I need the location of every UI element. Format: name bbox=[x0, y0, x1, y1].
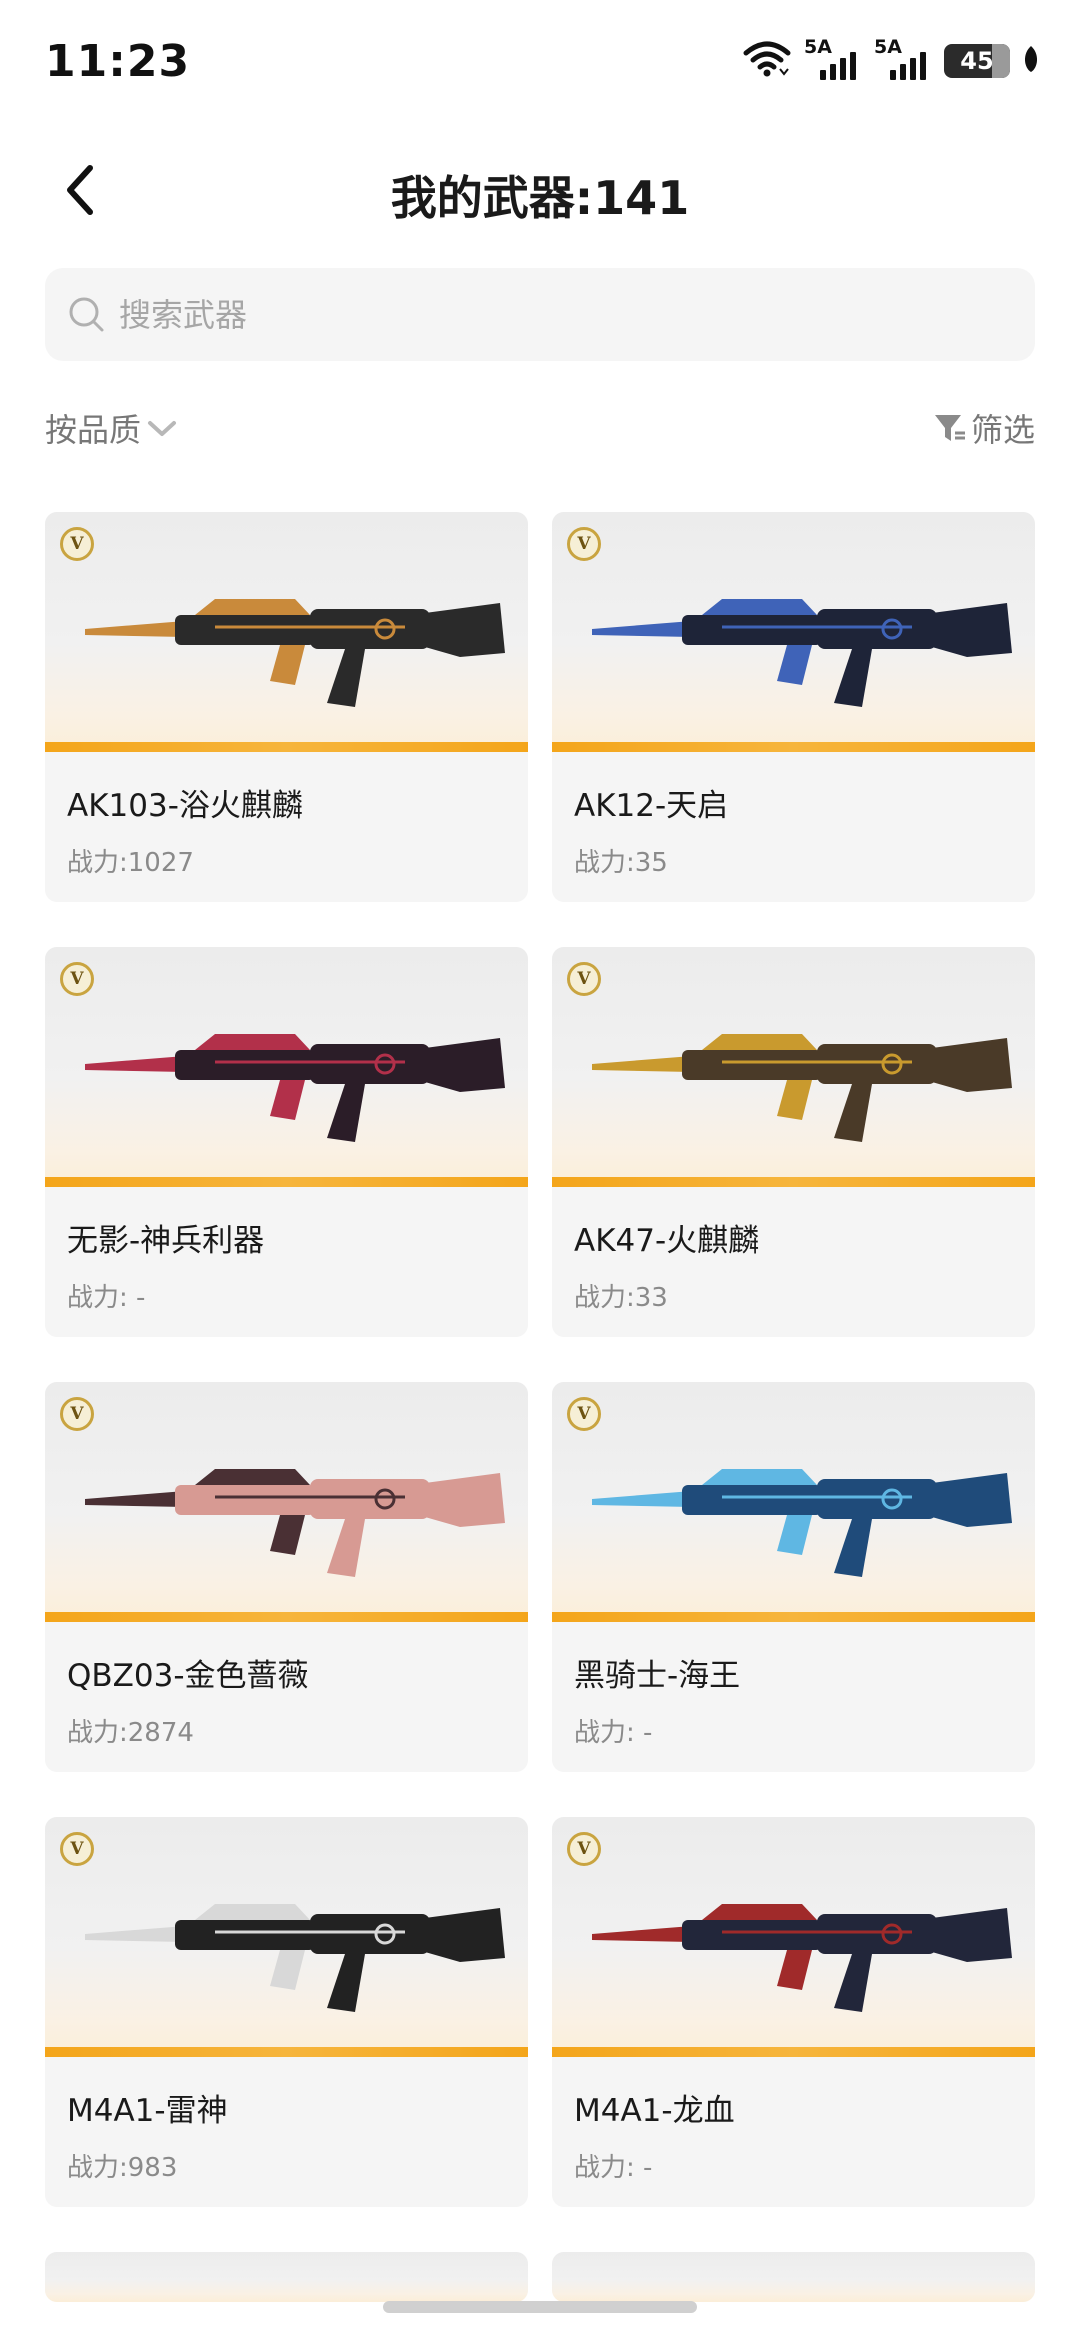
weapon-card[interactable]: V M4A1-龙血 战力: - bbox=[552, 1817, 1035, 2207]
page-title: 我的武器:141 bbox=[390, 171, 690, 225]
weapon-card-partial[interactable] bbox=[45, 2252, 528, 2302]
weapon-image bbox=[45, 2252, 528, 2302]
home-indicator[interactable] bbox=[383, 2301, 697, 2313]
filter-button[interactable]: 筛选 bbox=[933, 405, 1035, 451]
weapon-image bbox=[45, 512, 528, 752]
vip-badge: V bbox=[567, 1832, 601, 1866]
weapon-card[interactable]: V AK12-天启 战力:35 bbox=[552, 512, 1035, 902]
weapon-image bbox=[552, 1817, 1035, 2057]
header: 我的武器:141 bbox=[0, 140, 1080, 240]
weapon-power: 战力:33 bbox=[574, 1283, 668, 1313]
weapon-image bbox=[552, 512, 1035, 752]
status-bar: 11:23 5A 5A 45 bbox=[0, 0, 1080, 130]
filter-icon bbox=[934, 415, 965, 441]
weapon-card[interactable]: V AK103-浴火麒麟 战力:1027 bbox=[45, 512, 528, 902]
sort-row: 按品质 筛选 bbox=[45, 405, 1035, 455]
weapon-image bbox=[45, 1382, 528, 1622]
weapon-power: 战力:2874 bbox=[67, 1718, 194, 1748]
vip-badge: V bbox=[60, 527, 94, 561]
weapon-icon bbox=[592, 1034, 1012, 1142]
vip-badge: V bbox=[60, 962, 94, 996]
weapon-card[interactable]: V M4A1-雷神 战力:983 bbox=[45, 1817, 528, 2207]
weapon-icon bbox=[592, 1469, 1012, 1577]
weapon-card[interactable]: V AK47-火麒麟 战力:33 bbox=[552, 947, 1035, 1337]
weapon-icon bbox=[85, 599, 505, 707]
vip-badge: V bbox=[567, 1397, 601, 1431]
weapon-image bbox=[552, 1382, 1035, 1622]
weapon-power: 战力:983 bbox=[67, 2153, 178, 2183]
status-icons: 5A 5A 45 bbox=[742, 36, 1040, 84]
status-time: 11:23 bbox=[45, 36, 191, 87]
weapon-icon bbox=[85, 1469, 505, 1577]
weapon-icon bbox=[85, 1904, 505, 2012]
weapon-power: 战力: - bbox=[67, 1283, 146, 1313]
leaf-icon bbox=[1022, 44, 1040, 78]
weapon-power: 战力: - bbox=[574, 1718, 653, 1748]
weapon-card[interactable]: V 无影-神兵利器 战力: - bbox=[45, 947, 528, 1337]
vip-badge: V bbox=[60, 1832, 94, 1866]
weapon-power: 战力:35 bbox=[574, 848, 668, 878]
cellular-signal-icon: 5A bbox=[804, 36, 862, 82]
cellular-signal-icon-2: 5A bbox=[874, 36, 932, 82]
search-icon bbox=[69, 297, 104, 331]
weapon-icon bbox=[592, 599, 1012, 707]
weapon-card[interactable]: V 黑骑士-海王 战力: - bbox=[552, 1382, 1035, 1772]
weapon-name: AK47-火麒麟 bbox=[574, 1223, 760, 1259]
sort-by-quality-button[interactable]: 按品质 bbox=[45, 405, 179, 451]
weapon-name: 黑骑士-海王 bbox=[574, 1658, 741, 1694]
weapon-image bbox=[45, 947, 528, 1187]
weapon-power: 战力:1027 bbox=[67, 848, 194, 878]
weapon-icon bbox=[592, 1904, 1012, 2012]
search-box[interactable] bbox=[45, 268, 1035, 361]
wifi-icon bbox=[742, 39, 792, 83]
weapon-image bbox=[45, 1817, 528, 2057]
sort-label: 按品质 bbox=[45, 411, 142, 449]
weapon-card[interactable]: V QBZ03-金色蔷薇 战力:2874 bbox=[45, 1382, 528, 1772]
vip-badge: V bbox=[567, 962, 601, 996]
weapon-name: QBZ03-金色蔷薇 bbox=[67, 1658, 309, 1694]
weapon-name: AK103-浴火麒麟 bbox=[67, 788, 303, 824]
vip-badge: V bbox=[60, 1397, 94, 1431]
weapon-name: M4A1-龙血 bbox=[574, 2093, 735, 2129]
chevron-down-icon bbox=[148, 421, 177, 436]
weapon-card-partial[interactable] bbox=[552, 2252, 1035, 2302]
weapon-name: AK12-天启 bbox=[574, 788, 729, 824]
weapon-image bbox=[552, 2252, 1035, 2302]
filter-label: 筛选 bbox=[970, 411, 1035, 449]
battery-icon: 45 bbox=[944, 44, 1010, 78]
weapon-icon bbox=[85, 1034, 505, 1142]
weapon-image bbox=[552, 947, 1035, 1187]
weapon-name: 无影-神兵利器 bbox=[67, 1223, 265, 1259]
weapon-name: M4A1-雷神 bbox=[67, 2093, 228, 2129]
search-input[interactable] bbox=[119, 295, 999, 334]
battery-level: 45 bbox=[960, 47, 994, 75]
vip-badge: V bbox=[567, 527, 601, 561]
weapon-power: 战力: - bbox=[574, 2153, 653, 2183]
